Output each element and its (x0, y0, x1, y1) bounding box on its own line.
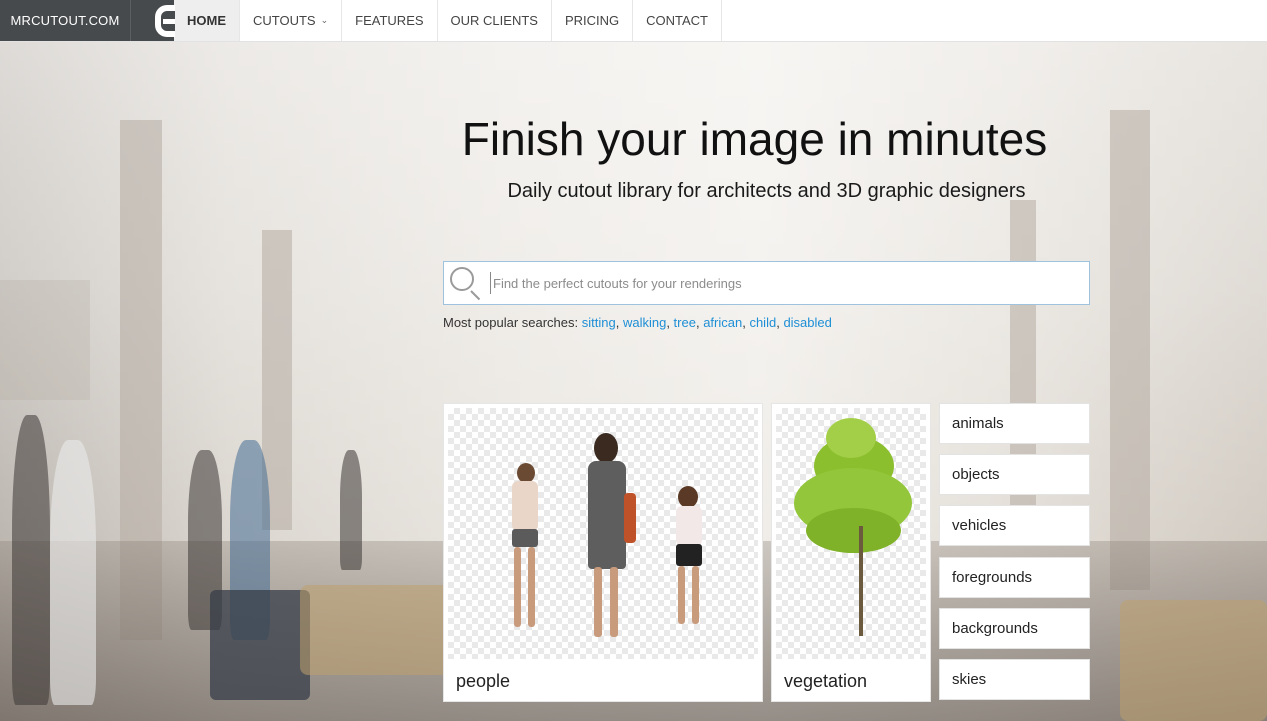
category-card-label: people (456, 671, 511, 691)
popular-searches-label: Most popular searches: (443, 315, 579, 330)
nav-home[interactable]: HOME (174, 0, 240, 41)
nav-features[interactable]: FEATURES (342, 0, 438, 41)
popular-search-link[interactable]: disabled (783, 315, 831, 330)
nav-our-clients-label: OUR CLIENTS (450, 13, 538, 28)
hero-title: Finish your image in minutes (461, 113, 1048, 165)
category-link-animals[interactable]: animals (939, 403, 1090, 444)
popular-search-link[interactable]: sitting (582, 315, 616, 330)
search-input[interactable] (490, 272, 1089, 294)
category-link-backgrounds[interactable]: backgrounds (939, 608, 1090, 649)
people-thumbnail (448, 408, 758, 659)
logo-icon[interactable] (130, 0, 175, 41)
popular-search-link[interactable]: child (749, 315, 776, 330)
nav-contact-label: CONTACT (646, 13, 708, 28)
nav-cutouts[interactable]: CUTOUTS ⌄ (240, 0, 343, 41)
popular-search-link[interactable]: walking (623, 315, 666, 330)
popular-searches: Most popular searches: sitting, walking,… (443, 315, 832, 330)
category-link-foregrounds[interactable]: foregrounds (939, 557, 1090, 598)
nav-home-label: HOME (187, 13, 226, 28)
nav-our-clients[interactable]: OUR CLIENTS (438, 0, 552, 41)
category-link-label: animals (952, 415, 1004, 432)
nav-cutouts-label: CUTOUTS (253, 13, 316, 28)
category-card-vegetation[interactable]: vegetation (771, 403, 931, 702)
category-link-label: objects (952, 466, 1000, 483)
category-link-skies[interactable]: skies (939, 659, 1090, 700)
brand-name: MRCUTOUT.COM (10, 13, 120, 28)
category-card-people[interactable]: people (443, 403, 763, 702)
category-link-label: backgrounds (952, 620, 1038, 637)
search-icon[interactable] (444, 262, 490, 304)
search-box (443, 261, 1090, 305)
category-link-vehicles[interactable]: vehicles (939, 505, 1090, 546)
chevron-down-icon: ⌄ (320, 15, 329, 25)
popular-search-link[interactable]: tree (674, 315, 696, 330)
nav-contact[interactable]: CONTACT (633, 0, 722, 41)
category-link-label: foregrounds (952, 569, 1033, 586)
category-link-label: skies (952, 671, 987, 688)
nav-pricing[interactable]: PRICING (552, 0, 634, 41)
nav-features-label: FEATURES (355, 13, 424, 28)
category-link-objects[interactable]: objects (939, 454, 1090, 495)
category-link-label: vehicles (952, 517, 1007, 534)
brand-link[interactable]: MRCUTOUT.COM (0, 0, 130, 41)
vegetation-thumbnail (776, 408, 926, 659)
popular-search-link[interactable]: african (703, 315, 742, 330)
category-card-label: vegetation (784, 671, 868, 691)
hero-subtitle: Daily cutout library for architects and … (507, 180, 1026, 202)
nav-pricing-label: PRICING (564, 13, 620, 28)
top-navigation: MRCUTOUT.COM HOME CUTOUTS ⌄ FEATURES OUR… (0, 0, 1267, 42)
